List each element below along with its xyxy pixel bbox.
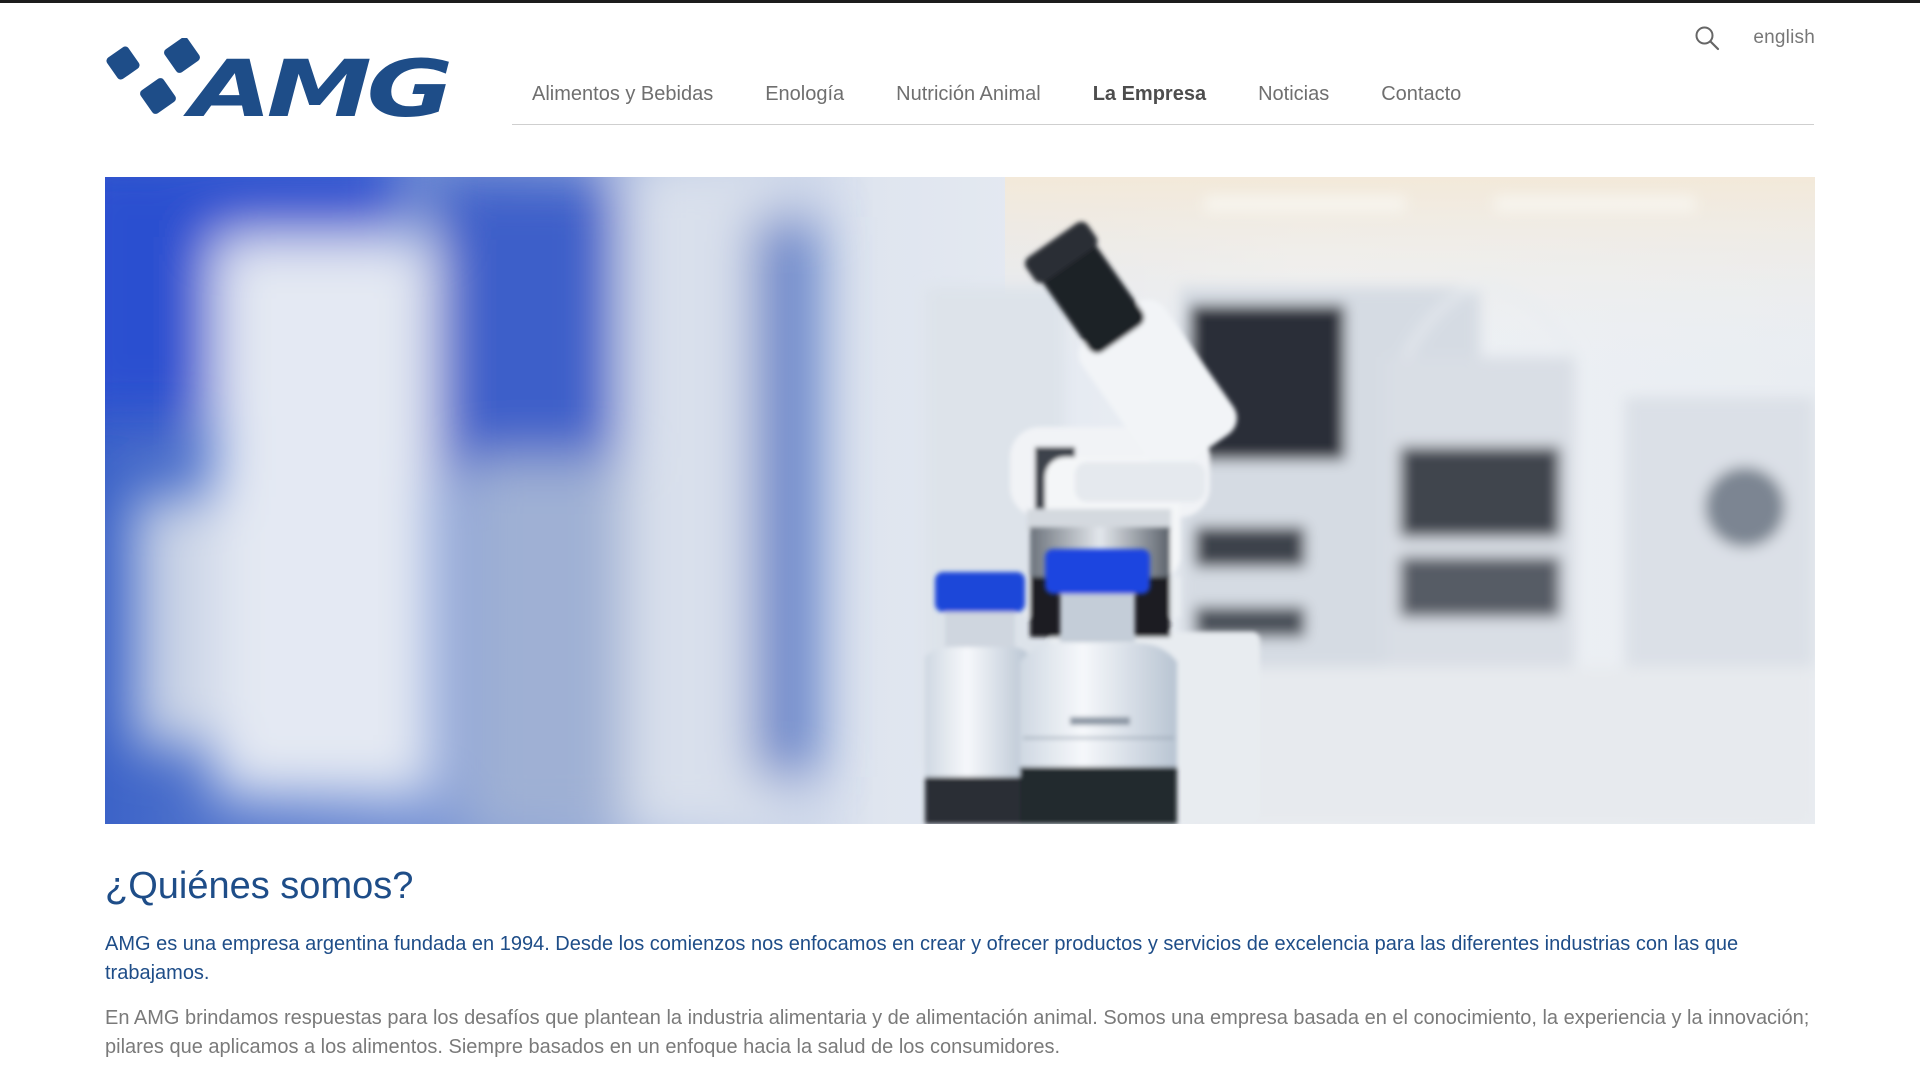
site-header: AMG english Alimentos y Bebidas Enología… (0, 0, 1920, 130)
language-link-english[interactable]: english (1753, 27, 1815, 49)
nav-item-nutricion-animal[interactable]: Nutrición Animal (896, 74, 1041, 114)
hero-image (105, 177, 1815, 824)
about-section: ¿Quiénes somos? AMG es una empresa argen… (105, 862, 1815, 1062)
about-lead-paragraph: AMG es una empresa argentina fundada en … (105, 933, 1739, 984)
nav-item-la-empresa[interactable]: La Empresa (1093, 74, 1206, 114)
nav-item-alimentos-y-bebidas[interactable]: Alimentos y Bebidas (532, 74, 713, 114)
nav-item-noticias[interactable]: Noticias (1258, 74, 1329, 114)
utility-bar: english (1691, 22, 1815, 54)
nav-item-enologia[interactable]: Enología (765, 74, 844, 114)
svg-text:AMG: AMG (182, 45, 449, 126)
main-nav: Alimentos y Bebidas Enología Nutrición A… (512, 74, 1814, 125)
search-icon[interactable] (1691, 22, 1723, 54)
about-title: ¿Quiénes somos? (105, 865, 414, 907)
about-body-paragraph: En AMG brindamos respuestas para los des… (105, 1007, 1810, 1058)
amg-logo[interactable]: AMG (104, 38, 452, 126)
nav-item-contacto[interactable]: Contacto (1381, 74, 1461, 114)
